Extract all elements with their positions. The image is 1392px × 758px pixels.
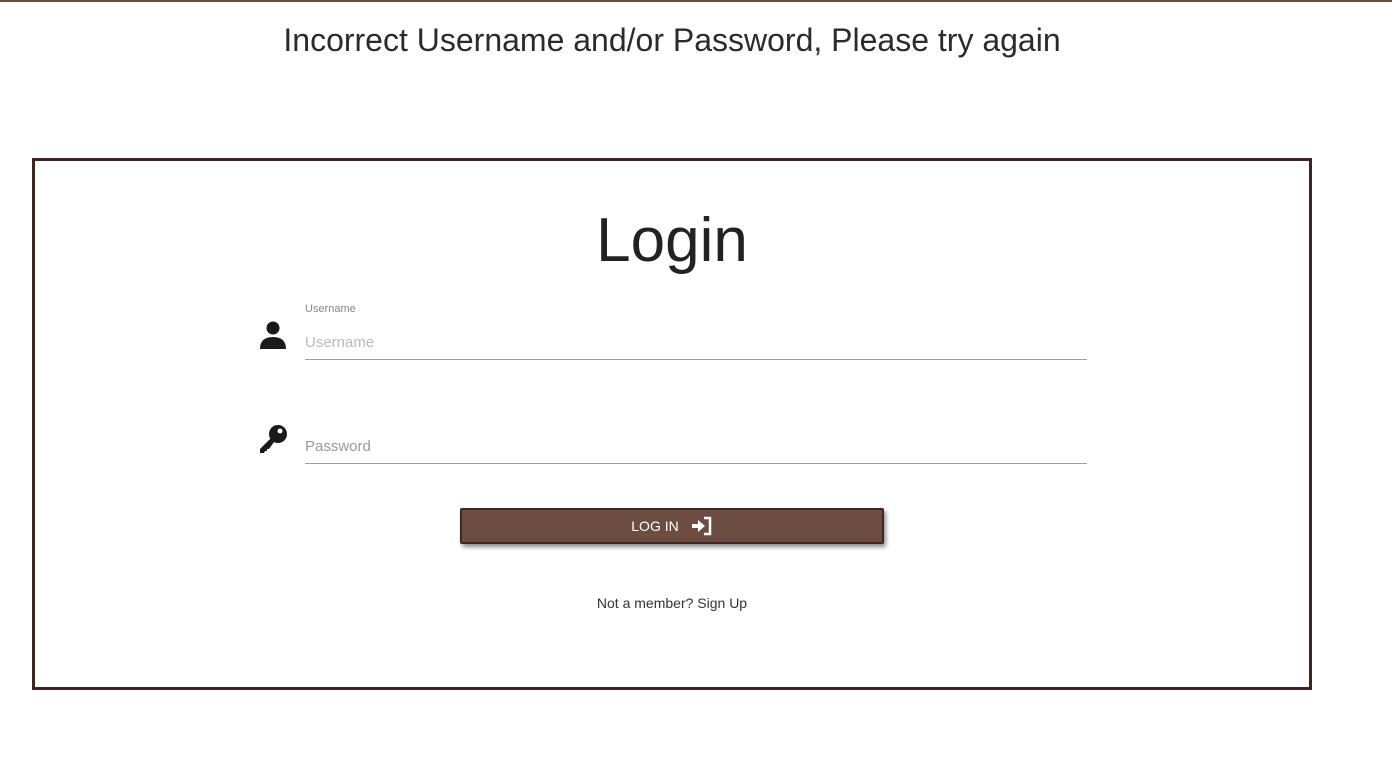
error-message: Incorrect Username and/or Password, Plea… [283,22,1061,58]
sign-in-icon [691,516,711,536]
username-input[interactable] [305,334,1087,351]
username-field[interactable] [305,319,1087,360]
password-field[interactable] [305,423,1087,464]
top-border [0,0,1392,2]
password-input[interactable] [305,438,1087,455]
login-panel: Login Username LOG IN Not a member? Sign… [32,158,1312,690]
signup-link[interactable]: Not a member? Sign Up [35,595,1309,611]
username-label: Username [305,303,356,315]
key-icon [260,425,287,453]
login-button-label: LOG IN [631,518,679,534]
user-icon [260,321,286,349]
page-title: Login [596,206,748,275]
login-button[interactable]: LOG IN [460,508,884,544]
